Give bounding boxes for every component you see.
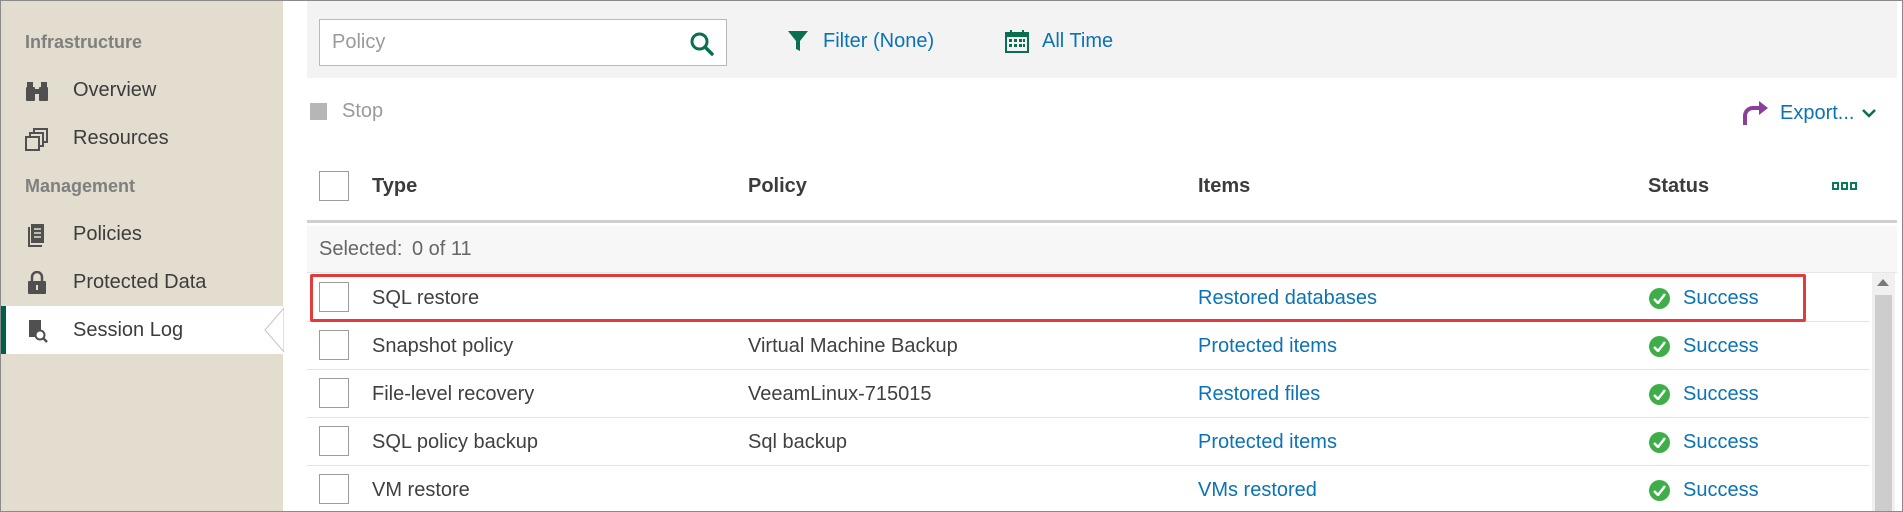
cell-status: Success xyxy=(1649,431,1759,454)
cell-items-link[interactable]: VMs restored xyxy=(1198,479,1317,502)
column-header-status[interactable]: Status xyxy=(1648,175,1709,198)
sidebar-item-overview[interactable]: Overview xyxy=(0,66,283,114)
selection-summary: Selected: 0 of 11 xyxy=(307,226,1897,273)
search-input[interactable] xyxy=(332,31,672,54)
selected-count: 0 of 11 xyxy=(412,238,472,260)
column-options-icon[interactable] xyxy=(1832,182,1858,194)
scrollbar-thumb[interactable] xyxy=(1875,295,1892,512)
column-header-type[interactable]: Type xyxy=(372,175,417,198)
table-row[interactable]: VM restore VMs restored Success xyxy=(307,466,1870,512)
search-box[interactable] xyxy=(319,19,727,66)
export-button[interactable]: Export... xyxy=(1741,99,1878,127)
active-item-pointer xyxy=(264,308,284,352)
cell-items-link[interactable]: Protected items xyxy=(1198,335,1337,358)
success-check-icon xyxy=(1649,480,1670,501)
column-header-policy[interactable]: Policy xyxy=(748,175,807,198)
row-checkbox[interactable] xyxy=(319,282,349,312)
status-link[interactable]: Success xyxy=(1683,335,1759,358)
cell-type: File-level recovery xyxy=(372,383,535,405)
row-checkbox[interactable] xyxy=(319,330,349,360)
cell-policy: Virtual Machine Backup xyxy=(748,335,958,357)
selected-label: Selected: xyxy=(319,238,403,260)
sidebar-item-label: Protected Data xyxy=(73,270,207,293)
cell-status: Success xyxy=(1649,287,1759,310)
column-header-items[interactable]: Items xyxy=(1198,175,1250,198)
status-link[interactable]: Success xyxy=(1683,479,1759,502)
policies-icon xyxy=(25,223,49,247)
lock-icon xyxy=(25,271,49,295)
filter-label: Filter (None) xyxy=(823,29,935,52)
sidebar-item-label: Overview xyxy=(73,78,157,101)
vertical-scrollbar[interactable] xyxy=(1872,273,1895,512)
stop-button[interactable]: Stop xyxy=(310,100,383,123)
filter-button[interactable]: Filter (None) xyxy=(785,28,934,54)
cell-type: Snapshot policy xyxy=(372,335,514,357)
table-header: Type Policy Items Status xyxy=(307,161,1897,223)
select-all-checkbox[interactable] xyxy=(319,171,349,201)
success-check-icon xyxy=(1649,432,1670,453)
binoculars-icon xyxy=(25,79,49,103)
calendar-icon xyxy=(1004,28,1030,54)
sidebar-item-session-log[interactable]: Session Log xyxy=(0,306,283,354)
cell-items-link[interactable]: Restored files xyxy=(1198,383,1320,406)
cell-policy: Sql backup xyxy=(748,431,847,453)
sidebar-item-resources[interactable]: Resources xyxy=(0,114,283,162)
cell-items-link[interactable]: Protected items xyxy=(1198,431,1337,454)
cell-type: SQL policy backup xyxy=(372,431,539,453)
session-log-icon xyxy=(25,319,49,343)
cell-policy: VeeamLinux-715015 xyxy=(748,383,932,405)
search-icon[interactable] xyxy=(688,30,716,58)
export-arrow-icon xyxy=(1741,99,1769,127)
resources-icon xyxy=(25,127,49,151)
filter-icon xyxy=(785,28,811,54)
success-check-icon xyxy=(1649,336,1670,357)
time-range-label: All Time xyxy=(1042,29,1114,52)
sidebar-item-label: Resources xyxy=(73,126,169,149)
success-check-icon xyxy=(1649,384,1670,405)
row-checkbox[interactable] xyxy=(319,474,349,504)
row-checkbox[interactable] xyxy=(319,426,349,456)
cell-type: VM restore xyxy=(372,479,470,501)
cell-type: SQL restore xyxy=(372,287,480,309)
sidebar-item-label: Session Log xyxy=(73,318,184,341)
time-range-button[interactable]: All Time xyxy=(1004,28,1113,54)
cell-status: Success xyxy=(1649,335,1759,358)
status-link[interactable]: Success xyxy=(1683,383,1759,406)
stop-label: Stop xyxy=(342,100,384,122)
sidebar-item-policies[interactable]: Policies xyxy=(0,210,283,258)
table-row[interactable]: Snapshot policy Virtual Machine Backup P… xyxy=(307,322,1870,370)
status-link[interactable]: Success xyxy=(1683,287,1759,310)
stop-icon xyxy=(310,103,327,120)
cell-status: Success xyxy=(1649,383,1759,406)
status-link[interactable]: Success xyxy=(1683,431,1759,454)
success-check-icon xyxy=(1649,288,1670,309)
sidebar-item-label: Policies xyxy=(73,222,142,245)
table-row[interactable]: SQL restore Restored databases Success xyxy=(307,274,1870,322)
sidebar: Infrastructure Overview Resources Manage… xyxy=(0,0,284,512)
sidebar-section-management: Management xyxy=(25,176,136,196)
chevron-down-icon[interactable] xyxy=(1862,105,1878,121)
sidebar-section-infrastructure: Infrastructure xyxy=(25,32,143,52)
export-label: Export... xyxy=(1780,101,1855,124)
sidebar-item-protected-data[interactable]: Protected Data xyxy=(0,258,283,306)
table-row[interactable]: File-level recovery VeeamLinux-715015 Re… xyxy=(307,370,1870,418)
scroll-up-arrow-icon[interactable] xyxy=(1877,279,1889,286)
cell-status: Success xyxy=(1649,479,1759,502)
cell-items-link[interactable]: Restored databases xyxy=(1198,287,1377,310)
table-row[interactable]: SQL policy backup Sql backup Protected i… xyxy=(307,418,1870,466)
row-checkbox[interactable] xyxy=(319,378,349,408)
